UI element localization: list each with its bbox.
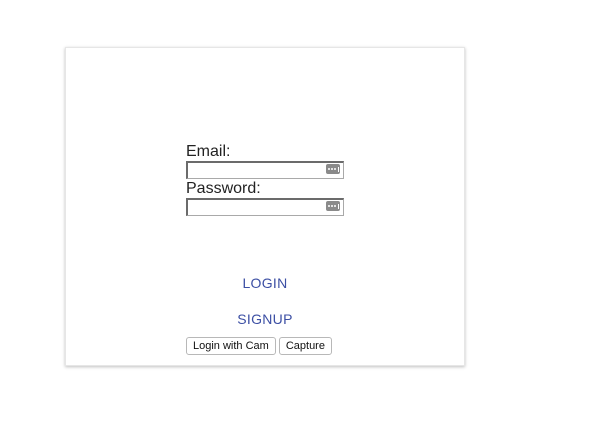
password-field[interactable] xyxy=(186,198,344,216)
password-manager-key-icon[interactable] xyxy=(326,201,340,211)
password-field-wrapper xyxy=(186,198,344,216)
camera-button-row: Login with Cam Capture xyxy=(186,337,332,355)
password-manager-key-icon[interactable] xyxy=(326,164,340,174)
capture-button[interactable]: Capture xyxy=(278,337,332,355)
login-form: Email: Password: LOGIN SIGNUP Login with… xyxy=(186,143,356,355)
login-with-cam-button[interactable]: Login with Cam xyxy=(186,337,276,355)
email-field-wrapper xyxy=(186,161,344,179)
email-label: Email: xyxy=(186,143,231,160)
login-button[interactable]: LOGIN xyxy=(186,275,344,291)
email-field[interactable] xyxy=(186,161,344,179)
page: Email: Password: LOGIN SIGNUP Login with… xyxy=(0,0,616,434)
login-card: Email: Password: LOGIN SIGNUP Login with… xyxy=(65,47,465,366)
signup-button[interactable]: SIGNUP xyxy=(186,311,344,327)
password-label: Password: xyxy=(186,180,261,197)
